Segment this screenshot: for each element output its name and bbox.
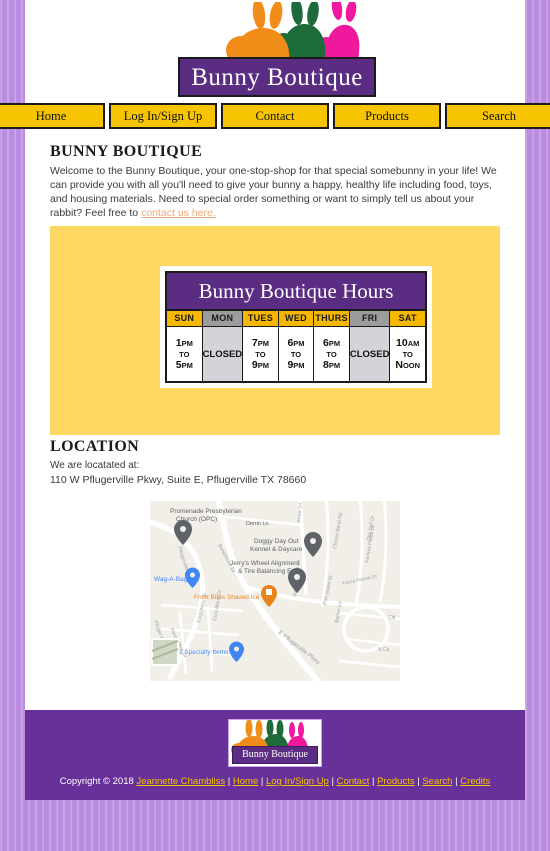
- hours-open-time: 7PM: [251, 336, 269, 349]
- hours-column-fri: FRI CLOSED: [349, 311, 391, 381]
- page-container: Bunny Boutique Home Log In/Sign Up Contact…: [0, 0, 550, 800]
- footer-separator: |: [225, 776, 233, 787]
- hours-close-time: 5PM: [175, 358, 193, 371]
- intro-text: Welcome to the Bunny Boutique, your one-…: [50, 165, 497, 219]
- hours-close-time: 9PM: [251, 358, 269, 371]
- hours-day-header: SAT: [390, 311, 425, 327]
- hours-open-time: 6PM: [323, 336, 341, 349]
- footer-link-search[interactable]: Search: [422, 776, 452, 787]
- nav-contact[interactable]: Contact: [221, 103, 329, 129]
- hours-day-value: CLOSED: [349, 327, 390, 381]
- hours-column-wed: WED 6PM TO 9PM: [278, 311, 315, 381]
- svg-text:Doggy Day Out: Doggy Day Out: [254, 538, 299, 545]
- hours-banner: Bunny Boutique Hours SUN 1PM TO 5PM MON CLOSE…: [50, 226, 500, 435]
- hours-separator: TO: [255, 349, 266, 359]
- copyright-text: Copyright © 2018: [59, 776, 137, 787]
- footer-logo-plate: Bunny Boutique: [232, 746, 318, 764]
- svg-text:Citi: Citi: [388, 615, 395, 621]
- page-title: BUNNY BOUTIQUE: [50, 143, 203, 160]
- location-line-1: We are locatated at:: [50, 460, 140, 471]
- hours-separator: TO: [290, 349, 302, 359]
- hours-column-tues: TUES 7PM TO 9PM: [243, 311, 279, 381]
- hours-day-value: CLOSED: [202, 327, 243, 381]
- svg-text:& Tire Balancing Etc: & Tire Balancing Etc: [238, 568, 297, 575]
- footer-link-credits[interactable]: Credits: [460, 776, 490, 787]
- hours-day-value: 6PM TO 8PM: [314, 327, 349, 381]
- hours-grid: SUN 1PM TO 5PM MON CLOSED TUES 7PM TO 9PM WED 6PM TO…: [167, 311, 425, 381]
- hours-card-inner: Bunny Boutique Hours SUN 1PM TO 5PM MON CLOSE…: [165, 271, 427, 383]
- main-nav: Home Log In/Sign Up Contact Products Search: [0, 103, 550, 129]
- nav-products[interactable]: Products: [333, 103, 441, 129]
- footer-link-contact[interactable]: Contact: [337, 776, 370, 787]
- footer-author-link[interactable]: Jeannette Chambliss: [136, 776, 225, 787]
- footer-logo[interactable]: Bunny Boutique: [228, 719, 322, 767]
- footer-link-products[interactable]: Products: [377, 776, 415, 787]
- site-footer: Bunny Boutique Copyright © 2018 Jeannett…: [25, 710, 525, 800]
- footer-link-log-in-sign-up[interactable]: Log In/Sign Up: [266, 776, 329, 787]
- masthead: Bunny Boutique: [25, 0, 525, 100]
- location-address: 110 W Pflugerville Pkwy, Suite E, Pfluge…: [50, 474, 307, 486]
- hours-column-thurs: THURS 6PM TO 8PM: [314, 311, 350, 381]
- hours-title: Bunny Boutique Hours: [167, 273, 425, 311]
- hours-separator: TO: [402, 349, 413, 359]
- footer-logo-text: Bunny Boutique: [242, 749, 308, 760]
- svg-text:Promenade Presbyterian: Promenade Presbyterian: [170, 508, 242, 515]
- location-heading: LOCATION: [50, 438, 140, 455]
- svg-text:Derrin Ln: Derrin Ln: [246, 521, 269, 527]
- bunny-logo-icon: [226, 2, 360, 64]
- hours-day-header: WED: [278, 311, 314, 327]
- hours-open-time: 1PM: [175, 336, 193, 349]
- intro-paragraph: Welcome to the Bunny Boutique, your one-…: [50, 164, 502, 220]
- footer-separator: |: [258, 776, 266, 787]
- footer-copyright: Copyright © 2018 Jeannette Chambliss | H…: [25, 776, 525, 787]
- nav-login-signup[interactable]: Log In/Sign Up: [109, 103, 217, 129]
- footer-separator: |: [328, 776, 337, 787]
- svg-text:Jerry's Wheel Alignment: Jerry's Wheel Alignment: [230, 560, 300, 567]
- location-map[interactable]: Promenade Presbyterian Church (OPC) Derr…: [150, 501, 400, 681]
- hours-day-header: FRI: [349, 311, 390, 327]
- footer-separator: |: [369, 776, 378, 787]
- hours-column-sat: SAT 10AM TO NOON: [390, 311, 425, 381]
- hours-separator: TO: [179, 349, 190, 359]
- hours-card: Bunny Boutique Hours SUN 1PM TO 5PM MON CLOSE…: [160, 266, 432, 388]
- svg-text:Kennel & Daycare: Kennel & Daycare: [250, 546, 303, 553]
- hours-close-time: 9PM: [287, 358, 305, 371]
- hours-day-value: 7PM TO 9PM: [243, 327, 278, 381]
- hours-day-value: 10AM TO NOON: [390, 327, 425, 381]
- hours-close-time: 8PM: [323, 358, 341, 371]
- site-logo-plate: Bunny Boutique: [178, 57, 376, 97]
- hours-day-value: 6PM TO 9PM: [278, 327, 314, 381]
- nav-search[interactable]: Search: [445, 103, 550, 129]
- hours-day-header: SUN: [167, 311, 202, 327]
- svg-text:N Ca: N Ca: [378, 647, 390, 653]
- hours-column-sun: SUN 1PM TO 5PM: [167, 311, 203, 381]
- site-logo-text: Bunny Boutique: [191, 63, 363, 91]
- hours-column-mon: MON CLOSED: [202, 311, 244, 381]
- hours-close-time: NOON: [395, 358, 421, 371]
- hours-open-time: 10AM: [396, 336, 420, 349]
- hours-day-header: THURS: [314, 311, 349, 327]
- hours-separator: TO: [326, 349, 337, 359]
- hours-day-value: 1PM TO 5PM: [167, 327, 202, 381]
- hours-day-header: MON: [202, 311, 243, 327]
- svg-text:Wag-A-Bag: Wag-A-Bag: [154, 576, 188, 583]
- map-canvas: Promenade Presbyterian Church (OPC) Derr…: [150, 501, 400, 681]
- location-section: LOCATION We are locatated at: 110 W Pflu…: [50, 438, 502, 487]
- hours-open-time: 6PM: [287, 336, 305, 349]
- hours-day-header: TUES: [243, 311, 278, 327]
- footer-link-home[interactable]: Home: [233, 776, 258, 787]
- contact-us-link[interactable]: contact us here.: [141, 207, 216, 219]
- nav-home[interactable]: Home: [0, 103, 105, 129]
- intro-section: BUNNY BOUTIQUE Welcome to the Bunny Bout…: [50, 143, 502, 220]
